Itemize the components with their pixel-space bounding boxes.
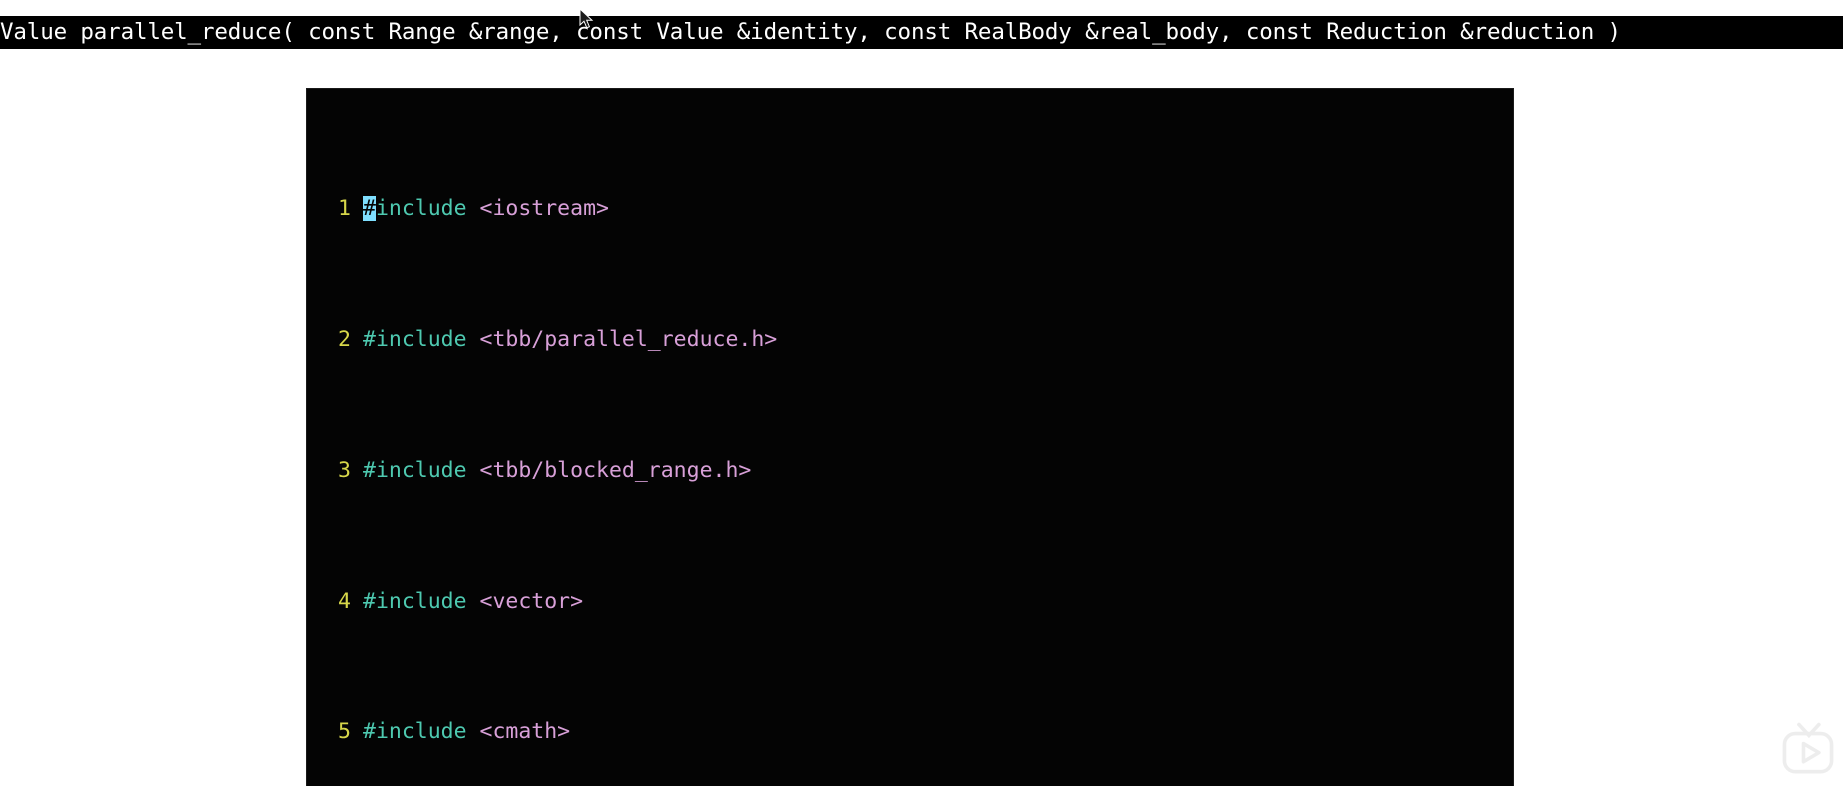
text-cursor: # (363, 196, 376, 222)
code-line[interactable]: 5 #include <cmath> (307, 716, 1513, 749)
code-content[interactable]: 1 #include <iostream> 2 #include <tbb/para… (307, 95, 1513, 786)
tv-play-icon (1782, 722, 1834, 774)
line-number: 5 (338, 719, 351, 745)
code-line[interactable]: 3 #include <tbb/blocked_range.h> (307, 455, 1513, 488)
code-editor-panel[interactable]: 1 #include <iostream> 2 #include <tbb/para… (307, 89, 1513, 786)
function-signature-tooltip: Value parallel_reduce( const Range &rang… (0, 16, 1843, 49)
line-number: 3 (338, 457, 351, 483)
line-number: 1 (338, 196, 351, 222)
code-line[interactable]: 4 #include <vector> (307, 586, 1513, 619)
line-number: 2 (338, 326, 351, 352)
code-line[interactable]: 1 #include <iostream> (307, 193, 1513, 226)
line-number: 4 (338, 588, 351, 614)
code-line[interactable]: 2 #include <tbb/parallel_reduce.h> (307, 324, 1513, 357)
